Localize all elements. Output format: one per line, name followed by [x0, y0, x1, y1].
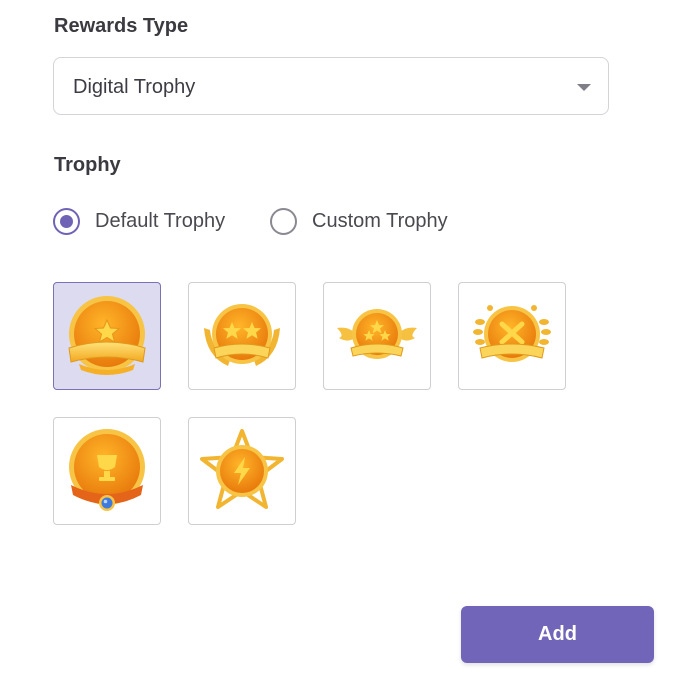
- trophy-label: Trophy: [54, 154, 121, 176]
- trophy-laurel-crossed-icon: [473, 305, 551, 362]
- radio-unchecked-icon: [270, 208, 297, 235]
- trophy-winged-stars-icon: [337, 309, 417, 359]
- rewards-form: Rewards Type Digital Trophy Trophy Defau…: [0, 0, 681, 676]
- trophy-lightning-star-icon: [200, 429, 284, 509]
- default-trophy-label: Default Trophy: [95, 210, 226, 232]
- caret-down-icon: [577, 84, 591, 91]
- custom-trophy-label: Custom Trophy: [312, 210, 448, 232]
- rewards-type-label: Rewards Type: [54, 15, 189, 37]
- trophy-medal-star-ribbon-icon: [68, 296, 146, 375]
- trophy-tile-1[interactable]: [53, 282, 161, 390]
- trophy-tile-3[interactable]: [323, 282, 431, 390]
- trophy-tile-2[interactable]: [188, 282, 296, 390]
- trophy-tile-4[interactable]: [458, 282, 566, 390]
- custom-trophy-radio[interactable]: Custom Trophy: [270, 207, 480, 237]
- add-button[interactable]: Add: [461, 606, 654, 663]
- trophy-tile-6[interactable]: [188, 417, 296, 525]
- trophy-cup-gem-icon: [69, 429, 145, 511]
- rewards-type-value: Digital Trophy: [73, 76, 196, 98]
- radio-checked-icon: [53, 208, 80, 235]
- trophy-tile-5[interactable]: [53, 417, 161, 525]
- rewards-type-select[interactable]: Digital Trophy: [53, 57, 609, 115]
- trophy-two-stars-laurel-icon: [204, 304, 280, 366]
- default-trophy-radio[interactable]: Default Trophy: [53, 207, 253, 237]
